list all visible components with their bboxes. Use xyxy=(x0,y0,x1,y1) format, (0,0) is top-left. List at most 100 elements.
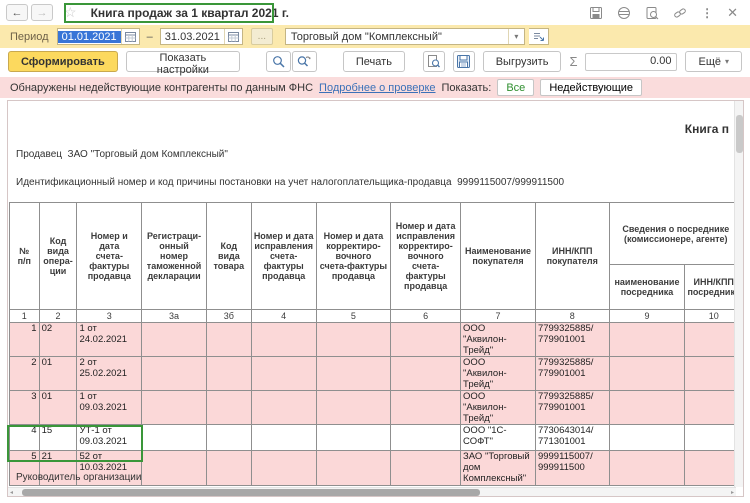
period-options-button[interactable]: ... xyxy=(251,28,273,45)
cell-num[interactable]: 1 xyxy=(10,323,40,357)
cell-inn[interactable]: 7799325885/ 779901001 xyxy=(535,391,609,425)
cell-inn[interactable]: 7799325885/ 779901001 xyxy=(535,323,609,357)
toggle-inactive-button[interactable]: Недействующие xyxy=(540,79,642,96)
toggle-all-button[interactable]: Все xyxy=(497,79,534,96)
forward-button[interactable]: → xyxy=(31,4,53,21)
cell-empty[interactable] xyxy=(391,391,461,425)
save-icon[interactable] xyxy=(453,51,475,72)
col-header-correction: Номер и дата исправления счета-фактуры п… xyxy=(251,203,316,310)
organization-value[interactable]: Торговый дом "Комплексный" xyxy=(286,31,508,43)
cell-invoice[interactable]: УТ-1 от 09.03.2021 xyxy=(77,425,142,451)
cell-empty[interactable] xyxy=(206,323,251,357)
cell-empty[interactable] xyxy=(251,323,316,357)
cell-empty[interactable] xyxy=(142,425,207,451)
organization-combobox[interactable]: Торговый дом "Комплексный" ▾ xyxy=(285,28,525,45)
cell-buyer[interactable]: ООО "Аквилон-Трейд" xyxy=(461,391,536,425)
cell-opcode[interactable]: 01 xyxy=(39,357,77,391)
cell-inn[interactable]: 7730643014/ 771301001 xyxy=(535,425,609,451)
cell-empty[interactable] xyxy=(142,451,207,486)
cell-empty[interactable] xyxy=(609,391,685,425)
favorite-star-icon[interactable]: ☆ xyxy=(64,4,77,21)
export-button[interactable]: Выгрузить xyxy=(483,51,562,72)
vertical-scrollbar[interactable] xyxy=(734,101,743,487)
cell-opcode[interactable]: 15 xyxy=(39,425,77,451)
globe-icon[interactable] xyxy=(617,6,631,20)
cell-opcode[interactable]: 02 xyxy=(39,323,77,357)
cell-num[interactable]: 3 xyxy=(10,391,40,425)
horizontal-scrollbar[interactable]: ◂ ▸ xyxy=(8,487,736,496)
show-settings-button[interactable]: Показать настройки xyxy=(126,51,240,72)
cell-empty[interactable] xyxy=(206,425,251,451)
cell-empty[interactable] xyxy=(251,425,316,451)
col-header-adjustment-correction: Номер и дата исправления корректиро- воч… xyxy=(391,203,461,310)
vertical-scrollbar-thumb[interactable] xyxy=(736,115,743,153)
cell-empty[interactable] xyxy=(142,391,207,425)
horizontal-scrollbar-thumb[interactable] xyxy=(22,489,480,496)
table-row[interactable]: 1 02 1 от 24.02.2021 ООО "Аквилон-Трейд"… xyxy=(10,323,743,357)
cell-empty[interactable] xyxy=(609,357,685,391)
date-to-value[interactable]: 31.03.2021 xyxy=(161,31,224,43)
calendar-icon[interactable] xyxy=(224,29,242,44)
col-header-customs: Регистраци- онный номер таможенной декла… xyxy=(142,203,207,310)
cell-empty[interactable] xyxy=(391,357,461,391)
cell-buyer[interactable]: ООО "Аквилон-Трейд" xyxy=(461,323,536,357)
select-list-icon[interactable] xyxy=(529,28,549,45)
cell-empty[interactable] xyxy=(206,357,251,391)
table-row[interactable]: 4 15 УТ-1 от 09.03.2021 ООО "1С-СОФТ" 77… xyxy=(10,425,743,451)
cell-empty[interactable] xyxy=(391,323,461,357)
cell-empty[interactable] xyxy=(391,425,461,451)
cell-empty[interactable] xyxy=(142,357,207,391)
print-button[interactable]: Печать xyxy=(343,51,405,72)
chevron-down-icon[interactable]: ▾ xyxy=(508,29,524,44)
back-button[interactable]: ← xyxy=(6,4,28,21)
sum-field[interactable]: 0.00 xyxy=(585,53,677,71)
cell-empty[interactable] xyxy=(316,357,391,391)
cell-empty[interactable] xyxy=(251,391,316,425)
cell-empty[interactable] xyxy=(316,451,391,486)
period-dash: – xyxy=(147,31,153,43)
cell-opcode[interactable]: 01 xyxy=(39,391,77,425)
find-next-icon[interactable] xyxy=(292,51,317,72)
cell-empty[interactable] xyxy=(251,451,316,486)
cell-empty[interactable] xyxy=(391,451,461,486)
calendar-icon[interactable] xyxy=(121,29,139,44)
table-row[interactable]: 3 01 1 от 09.03.2021 ООО "Аквилон-Трейд"… xyxy=(10,391,743,425)
cell-invoice[interactable]: 1 от 09.03.2021 xyxy=(77,391,142,425)
date-to-field[interactable]: 31.03.2021 xyxy=(160,28,243,45)
cell-empty[interactable] xyxy=(251,357,316,391)
search-page-icon[interactable] xyxy=(645,6,659,20)
cell-invoice[interactable]: 2 от 25.02.2021 xyxy=(77,357,142,391)
cell-inn[interactable]: 7799325885/ 779901001 xyxy=(535,357,609,391)
col-header-invoice: Номер и дата счета-фактуры продавца xyxy=(77,203,142,310)
more-menu-icon[interactable]: ⋮ xyxy=(701,6,713,20)
cell-invoice[interactable]: 1 от 24.02.2021 xyxy=(77,323,142,357)
table-row[interactable]: 2 01 2 от 25.02.2021 ООО "Аквилон-Трейд"… xyxy=(10,357,743,391)
cell-empty[interactable] xyxy=(609,451,685,486)
print-preview-icon[interactable] xyxy=(423,51,445,72)
close-icon[interactable]: ✕ xyxy=(727,5,738,21)
filter-panel: Период 01.01.2021 – 31.03.2021 ... Торго… xyxy=(0,25,750,48)
cell-empty[interactable] xyxy=(206,391,251,425)
cell-empty[interactable] xyxy=(609,323,685,357)
cell-buyer[interactable]: ООО "Аквилон-Трейд" xyxy=(461,357,536,391)
save-window-icon[interactable] xyxy=(589,6,603,20)
details-link[interactable]: Подробнее о проверке xyxy=(319,82,435,94)
date-from-value[interactable]: 01.01.2021 xyxy=(58,31,121,43)
date-from-field[interactable]: 01.01.2021 xyxy=(57,28,140,45)
cell-empty[interactable] xyxy=(609,425,685,451)
cell-num[interactable]: 2 xyxy=(10,357,40,391)
cell-empty[interactable] xyxy=(316,323,391,357)
cell-empty[interactable] xyxy=(316,425,391,451)
cell-empty[interactable] xyxy=(206,451,251,486)
cell-inn[interactable]: 9999115007/ 999911500 xyxy=(535,451,609,486)
cell-empty[interactable] xyxy=(316,391,391,425)
cell-empty[interactable] xyxy=(142,323,207,357)
search-icon[interactable] xyxy=(266,51,291,72)
link-icon[interactable] xyxy=(673,6,687,20)
window-title: Книга продаж за 1 квартал 2021 г. xyxy=(83,4,297,22)
cell-num[interactable]: 4 xyxy=(10,425,40,451)
generate-button[interactable]: Сформировать xyxy=(8,51,118,72)
cell-buyer[interactable]: ООО "1С-СОФТ" xyxy=(461,425,536,451)
more-button[interactable]: Ещё ▾ xyxy=(685,51,742,72)
cell-buyer[interactable]: ЗАО "Торговый дом Комплексный" xyxy=(461,451,536,486)
